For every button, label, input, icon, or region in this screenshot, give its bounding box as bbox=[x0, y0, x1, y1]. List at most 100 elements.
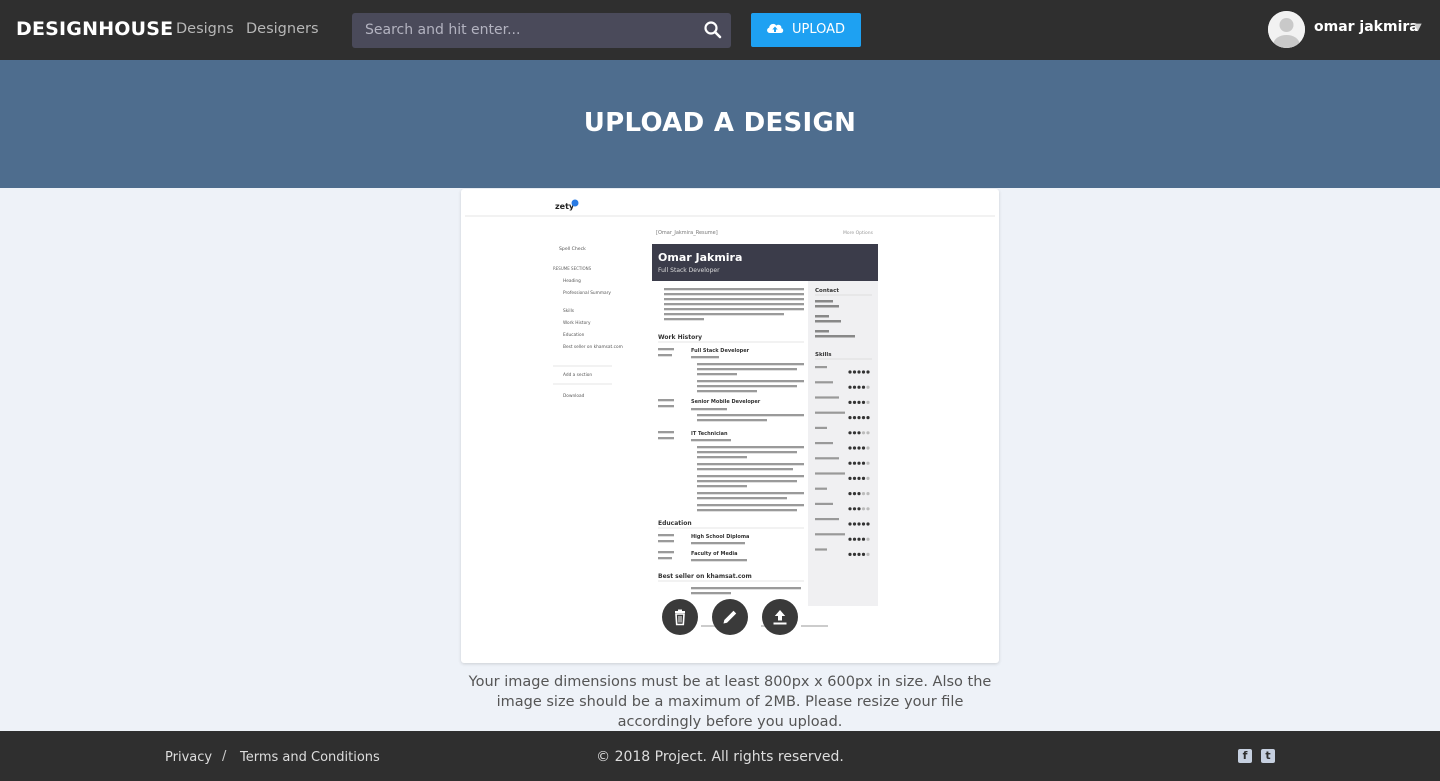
preview-sidebar-item: Work History bbox=[563, 320, 591, 326]
skill-dot bbox=[852, 446, 857, 450]
skill-dot bbox=[861, 400, 866, 404]
skill-dot bbox=[861, 492, 866, 496]
preview-sidebar-item: Education bbox=[563, 332, 585, 338]
skill-label-placeholder bbox=[815, 548, 827, 551]
upload-size-note: Your image dimensions must be at least 8… bbox=[468, 674, 992, 730]
preview-sidebar-item: Heading bbox=[563, 278, 581, 284]
twitter-icon[interactable]: t bbox=[1261, 749, 1275, 763]
skill-dot bbox=[857, 431, 861, 435]
resume-job-title: Full Stack Developer bbox=[691, 348, 750, 354]
user-name[interactable]: omar jakmira bbox=[1314, 19, 1419, 35]
nav-link-designs[interactable]: Designs bbox=[176, 21, 234, 37]
skill-dot bbox=[866, 461, 870, 465]
preview-download: Download bbox=[563, 393, 585, 399]
skill-dot bbox=[866, 385, 870, 389]
skill-dot bbox=[861, 416, 866, 420]
skill-dot bbox=[857, 537, 861, 541]
skill-dot bbox=[861, 446, 866, 450]
logo-dot-icon bbox=[571, 199, 579, 207]
skill-dot bbox=[852, 507, 857, 511]
skill-dot bbox=[861, 370, 866, 374]
skill-dot bbox=[866, 416, 870, 420]
resume-section-title: Best seller on khamsat.com bbox=[658, 573, 752, 580]
resume-role: Full Stack Developer bbox=[658, 267, 720, 274]
skill-dot bbox=[852, 492, 857, 496]
search-input[interactable]: Search and hit enter... bbox=[352, 13, 731, 48]
skill-dot bbox=[861, 507, 866, 511]
skill-label-placeholder bbox=[815, 472, 845, 475]
chevron-down-icon[interactable]: ▼ bbox=[1414, 22, 1422, 33]
skill-label-placeholder bbox=[815, 426, 827, 429]
skill-dot bbox=[852, 537, 857, 541]
skill-dot bbox=[857, 552, 861, 556]
skill-dot bbox=[866, 537, 870, 541]
skill-label-placeholder bbox=[815, 518, 839, 521]
skill-dot bbox=[848, 552, 852, 556]
skill-dot bbox=[848, 446, 852, 450]
resume-contact-header: Contact bbox=[815, 288, 839, 294]
skill-label-placeholder bbox=[815, 487, 827, 490]
preview-doc-title: [Omar_Jakmira_Resume] bbox=[656, 230, 718, 236]
upload-image-button[interactable] bbox=[762, 599, 798, 635]
pencil-icon bbox=[723, 610, 737, 624]
edit-button[interactable] bbox=[712, 599, 748, 635]
cloud-upload-icon bbox=[767, 23, 784, 33]
delete-button[interactable] bbox=[662, 599, 698, 635]
skill-dot bbox=[857, 416, 861, 420]
resume-education-title: High School Diploma bbox=[691, 534, 749, 540]
skill-label-placeholder bbox=[815, 366, 827, 369]
resume-name: Omar Jakmira bbox=[658, 251, 742, 264]
skill-label-placeholder bbox=[815, 442, 833, 445]
design-preview-image: zety [Omar_Jakmira_Resume] More Options … bbox=[465, 199, 995, 627]
preview-spell-check: Spell Check bbox=[559, 246, 586, 252]
skill-dot bbox=[861, 385, 866, 389]
top-navbar: DESIGNHOUSE Designs Designers Search and… bbox=[0, 0, 1440, 60]
skill-dot bbox=[857, 476, 861, 480]
upload-button-label: UPLOAD bbox=[792, 22, 846, 37]
page-title: UPLOAD A DESIGN bbox=[583, 108, 857, 138]
skill-dot bbox=[852, 431, 857, 435]
skill-dot bbox=[857, 400, 861, 404]
skill-dot bbox=[861, 431, 866, 435]
skill-dot bbox=[852, 552, 857, 556]
skill-dot bbox=[861, 476, 866, 480]
skill-dot bbox=[848, 400, 852, 404]
skill-dot bbox=[857, 385, 861, 389]
facebook-icon[interactable]: f bbox=[1238, 749, 1252, 763]
skill-dot bbox=[848, 385, 852, 389]
preview-sections-header: RESUME SECTIONS bbox=[553, 266, 592, 271]
avatar[interactable] bbox=[1268, 11, 1305, 48]
skill-dot bbox=[848, 476, 852, 480]
skill-dot bbox=[866, 370, 870, 374]
preview-add-section: Add a section bbox=[563, 372, 592, 378]
copyright: © 2018 Project. All rights reserved. bbox=[596, 749, 844, 765]
preview-sidebar-item: Best seller on khamsat.com bbox=[563, 344, 623, 350]
skill-dot bbox=[857, 461, 861, 465]
skill-dot bbox=[848, 370, 852, 374]
skill-dot bbox=[848, 537, 852, 541]
page-header: UPLOAD A DESIGN bbox=[0, 60, 1440, 188]
skill-dot bbox=[861, 522, 866, 526]
preview-more-options: More Options bbox=[843, 230, 874, 236]
upload-button[interactable]: UPLOAD bbox=[751, 13, 861, 47]
skill-dot bbox=[866, 507, 870, 511]
brand-logo[interactable]: DESIGNHOUSE bbox=[16, 18, 173, 40]
resume-job-title: IT Technician bbox=[691, 431, 728, 437]
user-avatar-icon bbox=[1268, 11, 1305, 48]
upload-preview-card: zety [Omar_Jakmira_Resume] More Options … bbox=[461, 189, 999, 663]
skill-label-placeholder bbox=[815, 502, 833, 505]
skill-dot bbox=[866, 431, 870, 435]
skill-dot bbox=[857, 507, 861, 511]
skill-dot bbox=[852, 385, 857, 389]
resume-job-title: Senior Mobile Developer bbox=[691, 399, 761, 405]
resume-section-title: Work History bbox=[658, 334, 702, 341]
skill-dot bbox=[848, 522, 852, 526]
skill-dot bbox=[852, 370, 857, 374]
skill-dot bbox=[866, 476, 870, 480]
skill-dot bbox=[857, 522, 861, 526]
skill-dot bbox=[852, 461, 857, 465]
skill-dot bbox=[866, 492, 870, 496]
skill-dot bbox=[861, 552, 866, 556]
nav-link-designers[interactable]: Designers bbox=[246, 21, 319, 37]
search-icon[interactable] bbox=[703, 20, 723, 40]
